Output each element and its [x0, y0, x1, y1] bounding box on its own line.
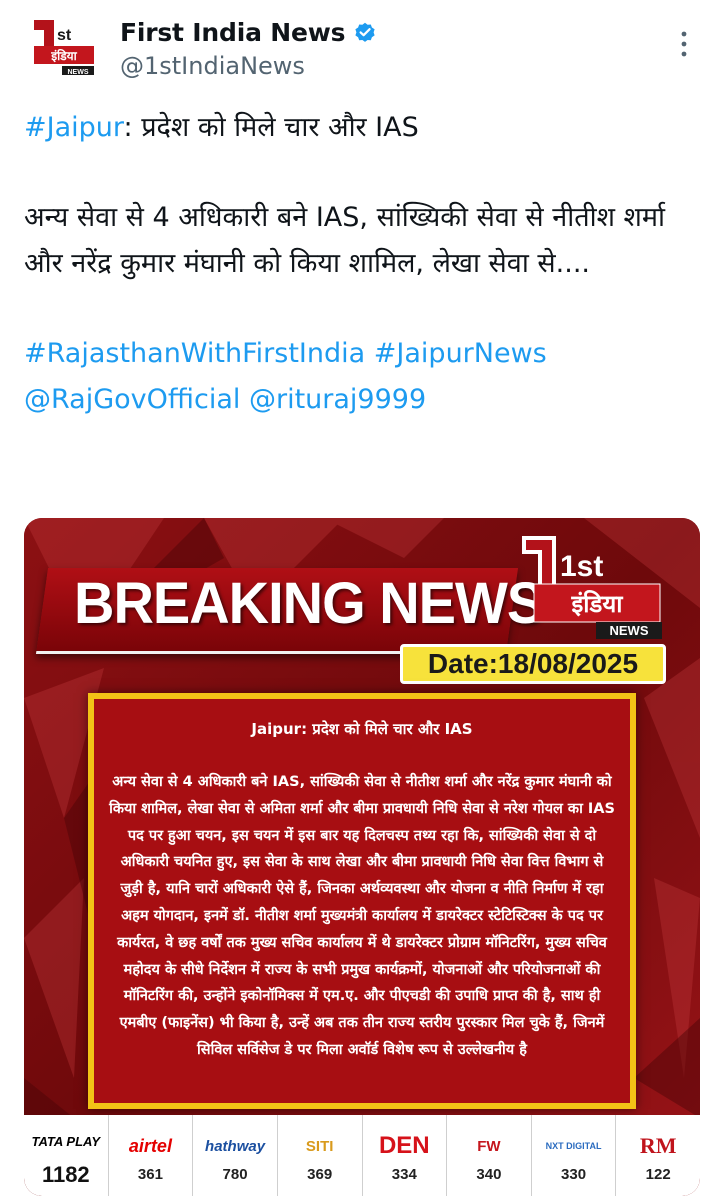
channel-nxtdigital: NXT DIGITAL 330: [532, 1115, 617, 1196]
svg-text:इंडिया: इंडिया: [571, 590, 624, 618]
channel-strip: TATA PLAY 1182 airtel 361 hathway 780 SI…: [24, 1115, 700, 1196]
news-body: अन्य सेवा से 4 अधिकारी बने IAS, सांख्यिक…: [109, 774, 615, 1058]
fw-logo: FW: [477, 1137, 501, 1155]
rm-logo: RM: [639, 1133, 677, 1158]
channel-den: DEN 334: [363, 1115, 448, 1196]
hathway-logo: hathway: [205, 1137, 266, 1155]
channel-number: 340: [476, 1166, 502, 1183]
tweet-headline: #Jaipur: प्रदेश को मिले चार और IAS: [24, 105, 699, 151]
headline-text: : प्रदेश को मिले चार और IAS: [123, 112, 419, 143]
svg-text:1st: 1st: [560, 550, 603, 583]
channel-tataplay: TATA PLAY 1182: [24, 1115, 109, 1196]
tweet-header: st इंडिया NEWS First India News @1stIndi…: [0, 0, 721, 95]
channel-siti: SITI 369: [278, 1115, 363, 1196]
channel-number: 369: [307, 1166, 333, 1183]
nxtdigital-logo: NXT DIGITAL: [545, 1141, 602, 1151]
siti-logo: SITI: [305, 1137, 334, 1155]
channel-fw: FW 340: [447, 1115, 532, 1196]
tweet-text: #Jaipur: प्रदेश को मिले चार और IAS अन्य …: [24, 105, 699, 423]
hashtag-jaipurnews[interactable]: #JaipurNews: [374, 338, 547, 369]
news-title: Jaipur: प्रदेश को मिले चार और IAS: [251, 720, 473, 738]
svg-text:इंडिया: इंडिया: [50, 49, 77, 63]
tweet-hashtags: #RajasthanWithFirstIndia #JaipurNews: [24, 331, 699, 377]
channel-number: 334: [391, 1166, 417, 1183]
channel-number: 1182: [41, 1161, 90, 1187]
channel-number: 330: [561, 1166, 587, 1183]
tweet-mentions: @RajGovOfficial @rituraj9999: [24, 377, 699, 423]
avatar[interactable]: st इंडिया NEWS: [24, 14, 102, 80]
news-box: Jaipur: प्रदेश को मिले चार और IAS अन्य स…: [88, 693, 636, 1109]
first-india-logo: st इंडिया NEWS: [24, 14, 102, 80]
tataplay-logo: TATA PLAY: [31, 1134, 101, 1149]
channel-number: 780: [222, 1166, 248, 1183]
mention-rituraj9999[interactable]: @rituraj9999: [249, 384, 426, 415]
den-logo: DEN: [378, 1132, 430, 1159]
more-icon[interactable]: [676, 28, 692, 60]
first-india-news-logo: 1st इंडिया NEWS: [522, 536, 662, 639]
user-handle[interactable]: @1stIndiaNews: [120, 52, 377, 80]
tweet-media-image[interactable]: BREAKING NEWS 1st इंडिया NEWS Date:18/08…: [24, 518, 700, 1196]
svg-text:NEWS: NEWS: [610, 623, 649, 638]
channel-rm: RM 122: [616, 1115, 700, 1196]
display-name[interactable]: First India News: [120, 18, 346, 47]
mention-rajgovofficial[interactable]: @RajGovOfficial: [24, 384, 240, 415]
breaking-news-text: BREAKING NEWS: [74, 569, 544, 636]
channel-airtel: airtel 361: [109, 1115, 194, 1196]
hashtag-jaipur[interactable]: #Jaipur: [24, 112, 124, 143]
channel-number: 122: [645, 1166, 671, 1183]
date-badge: Date:18/08/2025: [400, 644, 666, 684]
channel-hathway: hathway 780: [193, 1115, 278, 1196]
channel-number: 361: [137, 1166, 163, 1183]
svg-text:NEWS: NEWS: [68, 69, 89, 76]
tweet-paragraph: अन्य सेवा से 4 अधिकारी बने IAS, सांख्यिक…: [24, 202, 666, 279]
hashtag-rajasthanwithfirstindia[interactable]: #RajasthanWithFirstIndia: [24, 338, 365, 369]
display-name-row: First India News: [120, 14, 377, 50]
user-block[interactable]: First India News @1stIndiaNews: [120, 14, 377, 80]
airtel-logo: airtel: [128, 1135, 172, 1156]
svg-text:st: st: [57, 27, 72, 44]
verified-badge-icon: [355, 22, 375, 42]
